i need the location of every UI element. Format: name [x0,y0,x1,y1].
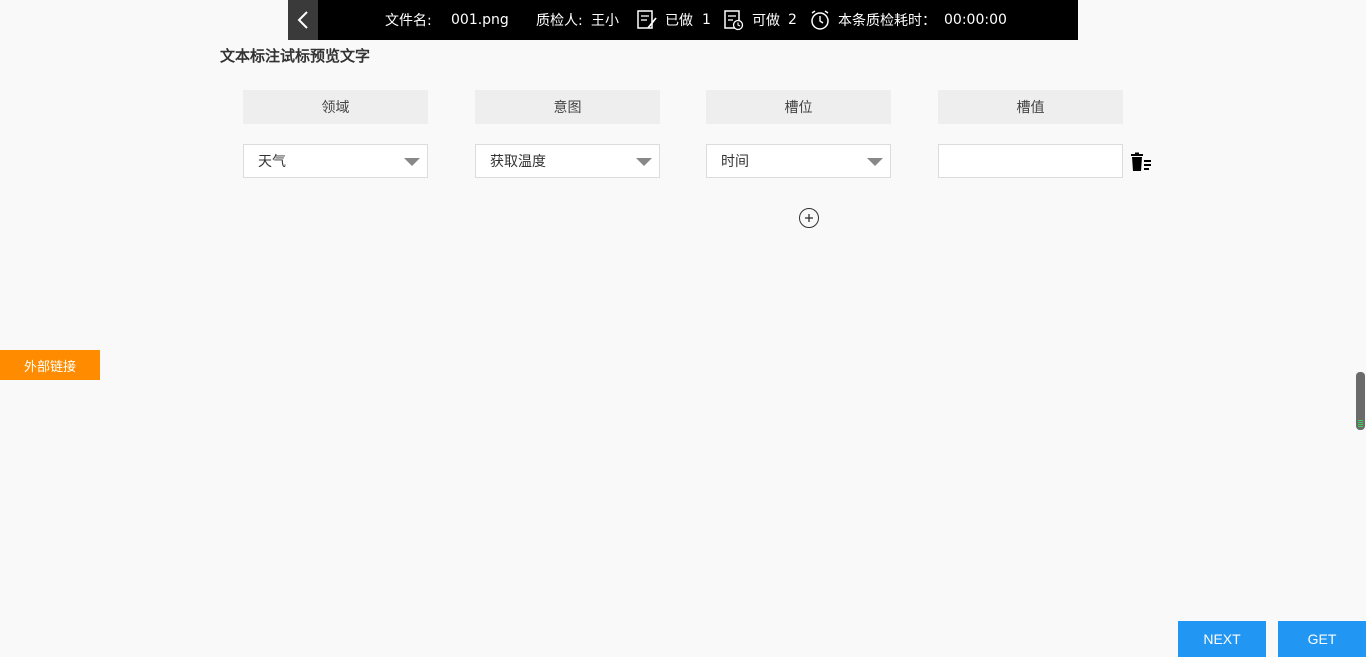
time-label: 本条质检耗时： [838,13,936,29]
top-info-bar: 文件名: 001.png 质检人: 王小 已做 1 可做 2 本条质检耗时： 0… [288,0,1078,40]
domain-select-value: 天气 [258,154,286,170]
file-label: 文件名: [385,13,432,29]
inspector-label: 质检人: [536,13,583,29]
delete-row-button[interactable] [1130,152,1152,172]
dropdown-arrow-icon [404,158,420,166]
done-label: 已做 [665,13,693,29]
page-title: 文本标注试标预览文字 [220,47,371,65]
slot-select-value: 时间 [721,154,749,170]
intent-select-value: 获取温度 [490,154,546,170]
edit-doc-icon [637,10,657,29]
scrollbar-thumb[interactable] [1356,372,1365,430]
trash-list-icon [1131,152,1151,171]
intent-select[interactable]: 获取温度 [475,144,660,178]
inspector-name: 王小 [591,13,619,29]
slot-value-input[interactable] [938,144,1123,178]
todo-count: 2 [788,12,797,28]
domain-select[interactable]: 天气 [243,144,428,178]
done-count: 1 [702,12,711,28]
get-button[interactable]: GET [1278,621,1366,657]
doc-clock-icon [724,10,744,31]
slot-select[interactable]: 时间 [706,144,891,178]
column-header-domain: 领域 [243,90,428,124]
column-header-slot-value: 槽值 [938,90,1123,124]
column-header-slot: 槽位 [706,90,891,124]
todo-label: 可做 [752,13,780,29]
scrollbar-grip [1358,420,1363,428]
add-row-button[interactable] [799,208,819,228]
column-header-intent: 意图 [475,90,660,124]
chevron-left-icon [297,11,308,29]
dropdown-arrow-icon [867,158,883,166]
back-button[interactable] [288,0,318,40]
plus-icon [805,214,813,222]
file-name: 001.png [451,12,509,28]
next-button[interactable]: NEXT [1178,621,1266,657]
alarm-clock-icon [811,10,829,30]
dropdown-arrow-icon [636,158,652,166]
time-value: 00:00:00 [944,12,1007,28]
external-link-button[interactable]: 外部链接 [0,350,100,380]
